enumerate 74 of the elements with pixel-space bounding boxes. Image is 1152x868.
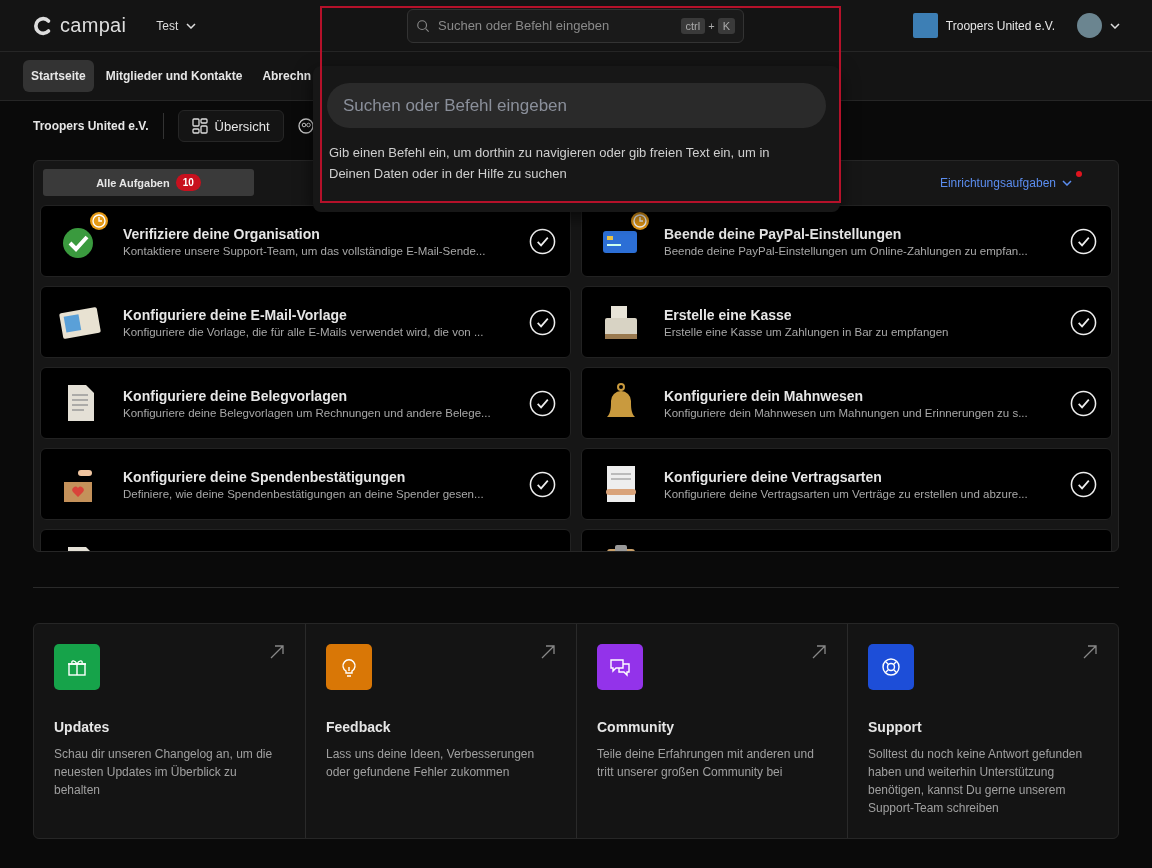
task-card[interactable]: Konfiguriere deine Spendenbestätigungen Definiere, wie deine Spendenbestätigungen an deine Spender gesen... (40, 448, 571, 520)
brand-name: campai (60, 14, 127, 37)
task-description: Konfiguriere deine Belegvorlagen um Rechnungen und andere Belege... (123, 406, 492, 419)
task-title: Konfiguriere dein Mahnwesen (664, 387, 865, 404)
task-description: Konfiguriere dein Mahnwesen um Mahnungen und Erinnerungen zu s... (664, 406, 1029, 419)
overview-button[interactable]: Übersicht (177, 110, 284, 142)
task-title: Erstelle eine Kasse (664, 306, 793, 323)
command-input[interactable]: Suchen oder Befehl eingeben (327, 83, 826, 128)
task-description: Definiere, wie deine Spendenbestätigungen an deine Spender gesen... (123, 487, 485, 500)
nav-tab[interactable]: Startseite (23, 60, 94, 92)
external-arrow-icon[interactable] (1082, 644, 1098, 660)
avatar[interactable] (1077, 13, 1102, 38)
shortcut-key: K (717, 17, 735, 34)
workspace-dropdown[interactable]: Test (150, 17, 203, 34)
resource-card[interactable]: Support Solltest du noch keine Antwort gefunden haben und weiterhin Unterstützung benötigen, kannst Du gerne unserem Support-Team schreiben (847, 624, 1118, 838)
organization-name: Troopers United e.V. (945, 18, 1055, 33)
chevron-down-icon[interactable] (1110, 22, 1120, 29)
check-circle-icon[interactable] (1070, 470, 1097, 498)
search-bar[interactable]: Suchen oder Befehl eingeben ctrl + K (407, 8, 744, 43)
nav-tab[interactable]: Mitglieder und Kontakte (97, 60, 251, 92)
shortcut-key: + (708, 19, 715, 32)
nav-tab[interactable]: Abrechn (254, 60, 320, 92)
task-title: Konfiguriere deine Belegvorlagen (123, 387, 349, 404)
task-title: Konfiguriere deine E-Mail-Vorlage (123, 306, 348, 323)
check-circle-icon[interactable] (529, 227, 556, 255)
command-hint: Gib einen Befehl ein, um dorthin zu navigieren oder gib freien Text ein, um in Deinen Daten oder in der Hilfe zu suchen (329, 144, 771, 183)
task-description: Konfiguriere die Vorlage, die für alle E-Mails verwendet wird, die von ... (123, 325, 485, 338)
external-arrow-icon[interactable] (269, 644, 285, 660)
task-description: Erstelle eine Kasse um Zahlungen in Bar zu empfangen (664, 325, 950, 338)
setup-tasks-dropdown[interactable]: Einrichtungsaufgaben (939, 175, 1072, 190)
task-description: Konfiguriere deine Vertragsarten um Verträge zu erstellen und abzure... (664, 487, 1029, 500)
chevron-down-icon (186, 22, 197, 29)
resource-card[interactable]: Community Teile deine Erfahrungen mit anderen und tritt unserer großen Community bei (576, 624, 847, 838)
resource-description: Lass uns deine Ideen, Verbesserungen oder gefundene Fehler zukommen (326, 746, 536, 781)
task-title: Verifiziere deine Organisation (123, 225, 321, 242)
search-field[interactable]: Suchen oder Befehl eingeben (436, 17, 675, 34)
resource-description: Solltest du noch keine Antwort gefunden haben und weiterhin Unterstützung benötigen, kannst Du gerne unserem Support-Team schreiben (868, 746, 1084, 817)
resource-title: Updates (54, 719, 111, 735)
search-icon (416, 18, 430, 33)
count-badge: 10 (175, 174, 201, 191)
task-description: Beende deine PayPal-Einstellungen um Online-Zahlungen zu empfan... (664, 244, 1029, 257)
resource-description: Teile deine Erfahrungen mit anderen und tritt unserer großen Community bei (597, 746, 815, 781)
shortcut-key: ctrl (680, 17, 706, 34)
task-card[interactable]: Erstelle eine Kasse Erstelle eine Kasse um Zahlungen in Bar zu empfangen (581, 286, 1112, 358)
task-card[interactable]: Beende deine PayPal-Einstellungen Beende deine PayPal-Einstellungen um Online-Zahlungen zu empfan... (581, 205, 1112, 277)
task-card[interactable]: Konfiguriere deine Vertragsarten Konfiguriere deine Vertragsarten um Verträge zu erstellen und abzure... (581, 448, 1112, 520)
task-card[interactable]: Konfiguriere deine Belegvorlagen Konfiguriere deine Belegvorlagen um Rechnungen und andere Belege... (40, 367, 571, 439)
resource-title: Feedback (326, 719, 392, 735)
task-title: Konfiguriere deine Spendenbestätigungen (123, 468, 407, 485)
task-title: Beende deine PayPal-Einstellungen (664, 225, 903, 242)
resource-description: Schau dir unseren Changelog an, um die neuesten Updates im Überblick zu behalten (54, 746, 274, 799)
check-circle-icon[interactable] (1070, 227, 1097, 255)
external-arrow-icon[interactable] (811, 644, 827, 660)
organization-name: Troopers United e.V. (33, 119, 149, 133)
chevron-down-icon (1062, 179, 1072, 186)
resource-title: Support (868, 719, 923, 735)
tasks-tab[interactable]: Alle Aufgaben 10 (43, 169, 254, 196)
check-circle-icon[interactable] (1070, 389, 1097, 417)
check-circle-icon[interactable] (529, 308, 556, 336)
task-description: Kontaktiere unsere Support-Team, um das vollständige E-Mail-Sende... (123, 244, 487, 257)
external-arrow-icon[interactable] (540, 644, 556, 660)
task-card[interactable]: Verifiziere deine Organisation Kontaktiere unsere Support-Team, um das vollständige E-Mail-Sende... (40, 205, 571, 277)
task-card[interactable]: Konfiguriere dein Mahnwesen Konfiguriere dein Mahnwesen um Mahnungen und Erinnerungen zu s... (581, 367, 1112, 439)
check-circle-icon[interactable] (529, 470, 556, 498)
task-card[interactable]: Konfiguriere deine E-Mail-Vorlage Konfiguriere die Vorlage, die für alle E-Mails verwendet wird, die von ... (40, 286, 571, 358)
check-circle-icon[interactable] (1070, 308, 1097, 336)
check-circle-icon[interactable] (529, 389, 556, 417)
people-icon[interactable] (297, 118, 314, 134)
resource-card[interactable]: Feedback Lass uns deine Ideen, Verbesserungen oder gefundene Fehler zukommen (305, 624, 576, 838)
resource-card[interactable]: Updates Schau dir unseren Changelog an, um die neuesten Updates im Überblick zu behalten (34, 624, 305, 838)
organization-logo (912, 13, 938, 38)
resource-title: Community (597, 719, 675, 735)
grid-icon (191, 118, 208, 134)
task-title: Konfiguriere deine Vertragsarten (664, 468, 883, 485)
